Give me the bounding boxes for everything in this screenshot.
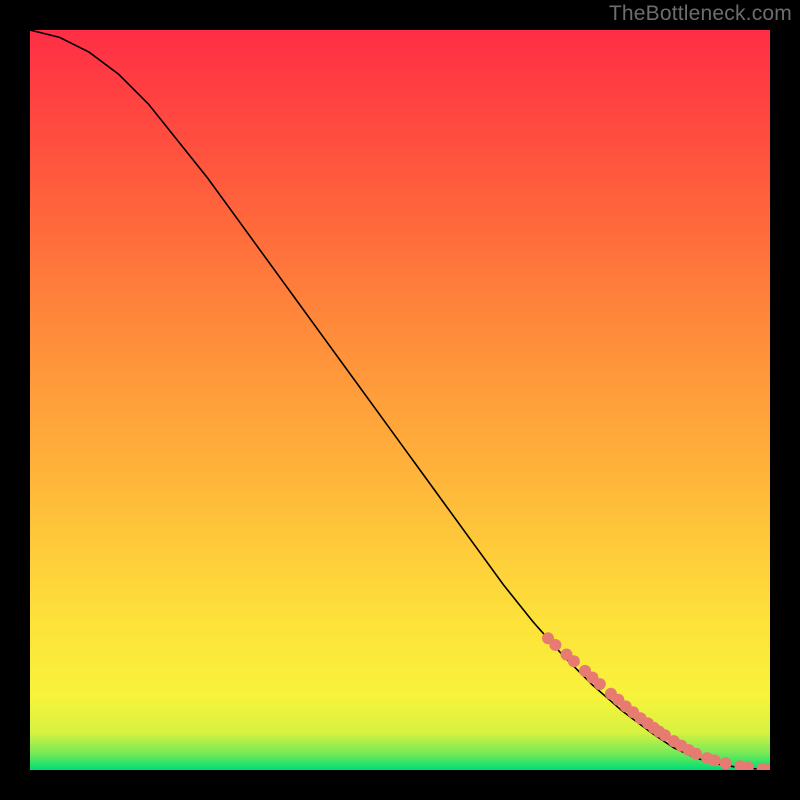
- scatter-point: [549, 639, 561, 651]
- watermark-text: TheBottleneck.com: [609, 2, 792, 26]
- chart-frame: TheBottleneck.com: [0, 0, 800, 800]
- scatter-point: [709, 754, 721, 766]
- scatter-markers: [542, 632, 770, 770]
- scatter-point: [720, 757, 732, 769]
- chart-overlay-svg: [30, 30, 770, 770]
- scatter-point: [594, 678, 606, 690]
- scatter-point: [690, 748, 702, 760]
- plot-area: [30, 30, 770, 770]
- scatter-point: [568, 655, 580, 667]
- curve-line: [30, 30, 770, 770]
